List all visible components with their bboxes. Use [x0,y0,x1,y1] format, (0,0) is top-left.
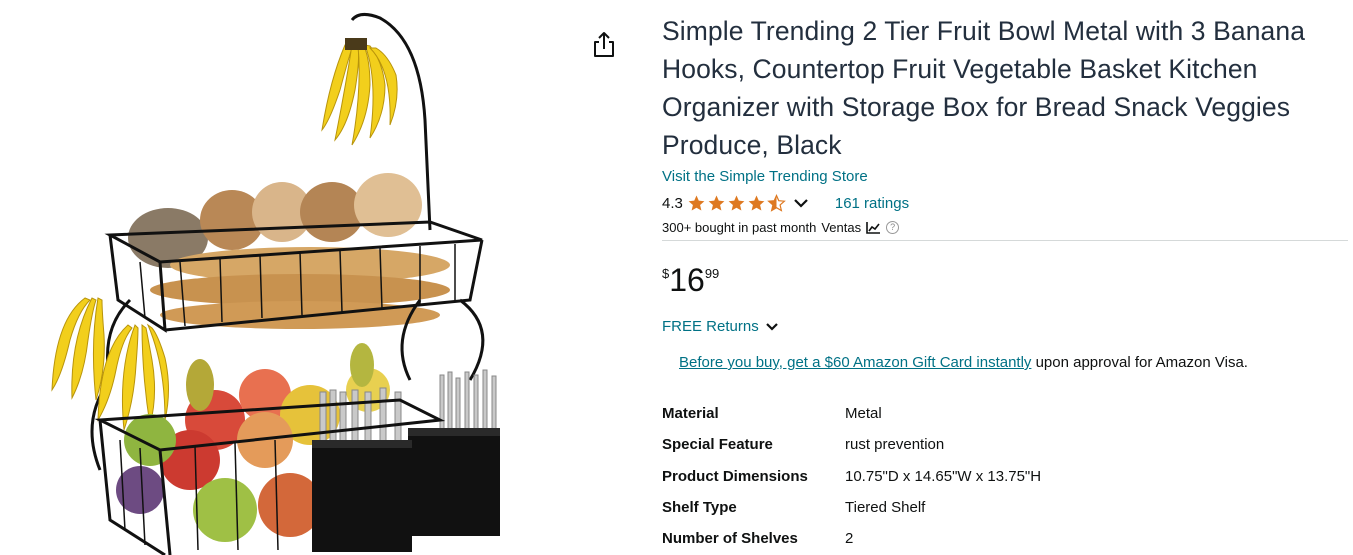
spec-value: Metal [845,405,882,423]
spec-row: Material Metal [662,398,1041,429]
promo-banner: Before you buy, get a $60 Amazon Gift Ca… [679,354,1248,371]
star-icon [708,195,725,211]
fruit-basket-image [51,13,500,555]
star-icon [688,195,705,211]
rating-row: 4.3 161 ratings [662,192,1348,214]
spec-row: Shelf Type Tiered Shelf [662,492,1041,523]
star-icon [728,195,745,211]
rating-value: 4.3 [662,194,683,212]
ratings-count-link[interactable]: 161 ratings [835,195,909,212]
product-image[interactable] [0,0,560,555]
spec-key: Special Feature [662,436,773,454]
spec-value: rust prevention [845,436,945,454]
spec-value: 10.75"D x 14.65"W x 13.75"H [845,467,1042,485]
spec-row: Product Dimensions 10.75"D x 14.65"W x 1… [662,461,1041,492]
free-returns-label: FREE Returns [662,318,759,335]
spec-key: Shelf Type [662,499,737,517]
star-icon [748,195,765,211]
ventas-label: Ventas [821,220,862,235]
chart-trend-icon[interactable] [865,221,881,235]
chevron-down-icon[interactable] [793,197,809,209]
spec-key: Material [662,405,719,423]
price-fraction: 99 [704,266,720,281]
half-star-icon [767,194,786,212]
bought-text: 300+ bought in past month [662,220,817,235]
spec-row: Number of Shelves 2 [662,523,1041,554]
chevron-down-icon [765,322,778,331]
free-returns-link[interactable]: FREE Returns [662,318,779,335]
promo-rest-text: upon approval for Amazon Visa. [1031,354,1248,371]
price: $ 16 99 [662,262,719,298]
gift-card-link[interactable]: Before you buy, get a $60 Amazon Gift Ca… [679,354,1031,371]
spec-value: 2 [845,530,854,548]
divider [662,240,1348,241]
spec-key: Number of Shelves [662,530,798,548]
store-link[interactable]: Visit the Simple Trending Store [662,168,868,185]
share-icon[interactable] [590,30,618,60]
spec-value: Tiered Shelf [845,499,926,517]
spec-row: Special Feature rust prevention [662,429,1041,460]
product-title: Simple Trending 2 Tier Fruit Bowl Metal … [662,16,1306,160]
help-icon[interactable]: ? [886,221,900,234]
price-whole: 16 [669,262,705,298]
spec-table: Material Metal Special Feature rust prev… [662,398,1041,554]
spec-key: Product Dimensions [662,467,808,485]
star-rating[interactable] [687,194,787,212]
bought-info: 300+ bought in past month Ventas ? [662,220,1348,235]
product-info: Simple Trending 2 Tier Fruit Bowl Metal … [662,12,1348,235]
price-symbol: $ [662,266,670,281]
